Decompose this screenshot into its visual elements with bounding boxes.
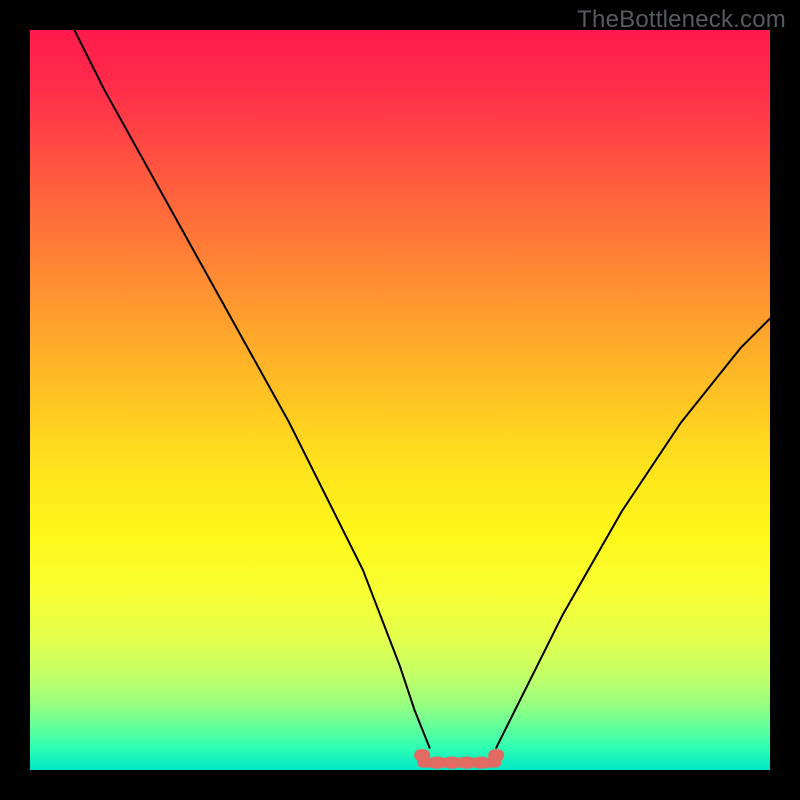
chart-frame: TheBottleneck.com bbox=[0, 0, 800, 800]
right-curve bbox=[496, 319, 770, 748]
watermark-text: TheBottleneck.com bbox=[577, 6, 786, 34]
chart-curves-svg bbox=[30, 30, 770, 770]
chart-plot-area bbox=[30, 30, 770, 770]
left-curve bbox=[74, 30, 429, 748]
